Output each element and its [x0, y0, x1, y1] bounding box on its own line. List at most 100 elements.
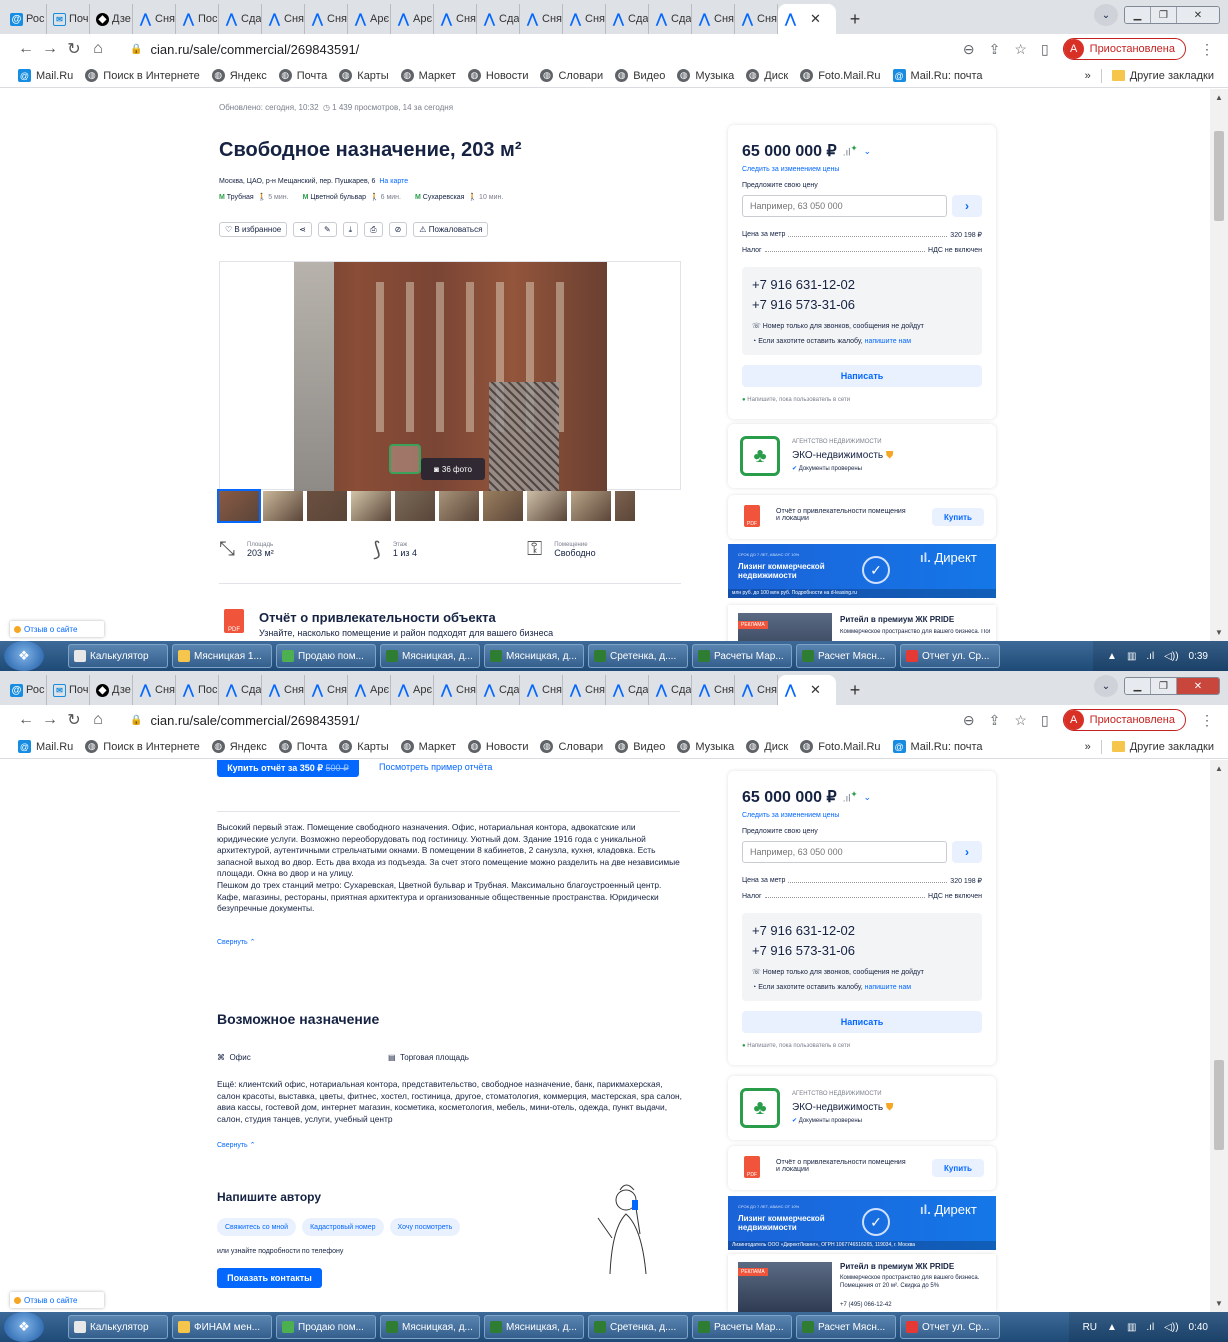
sidepanel-icon[interactable]: ▯: [1041, 41, 1049, 58]
tab-1[interactable]: ✉ Поч: [47, 4, 90, 34]
write-chip[interactable]: Кадастровый номер: [302, 1218, 384, 1236]
write-chip[interactable]: Свяжитесь со мной: [217, 1218, 297, 1236]
bookmark-1[interactable]: ◍ Поиск в Интернете: [85, 740, 200, 753]
forward-icon[interactable]: →: [38, 40, 62, 58]
photo-count-badge[interactable]: ◙ 36 фото: [421, 458, 485, 480]
buy-report-button[interactable]: Купить: [932, 508, 984, 526]
pride-ad[interactable]: РЕКЛАМА Ритейл в премиум ЖК PRIDE Коммер…: [728, 1254, 996, 1312]
menu-icon[interactable]: ⋮: [1200, 712, 1214, 729]
bookmark-4[interactable]: ◍ Карты: [339, 740, 389, 753]
bookmark-8[interactable]: ◍ Видео: [615, 740, 665, 753]
agency-name[interactable]: ЭКО-недвижимость ⛊: [792, 1102, 893, 1113]
taskbar-item[interactable]: Расчеты Мар...: [692, 1315, 792, 1339]
offer-input[interactable]: [742, 195, 947, 217]
new-tab-button[interactable]: +: [842, 6, 868, 32]
signal-icon[interactable]: .ıl: [1146, 651, 1154, 662]
taskbar-item[interactable]: Мясницкая, д...: [380, 1315, 480, 1339]
taskbar-item[interactable]: Расчет Мясн...: [796, 1315, 896, 1339]
thumbnail[interactable]: [527, 491, 567, 521]
home-icon[interactable]: ⌂: [86, 711, 110, 729]
language-indicator[interactable]: RU: [1083, 1322, 1097, 1333]
start-button[interactable]: ❖: [4, 1312, 44, 1342]
more-bookmarks-button[interactable]: »: [1085, 70, 1091, 82]
tab-11[interactable]: ⋀ Сда: [477, 675, 520, 705]
taskbar-item[interactable]: Мясницкая 1...: [172, 644, 272, 668]
phone-1[interactable]: +7 916 631-12-02: [752, 923, 855, 938]
print-button[interactable]: ⎙: [364, 222, 383, 237]
tab-6[interactable]: ⋀ Сня: [262, 675, 305, 705]
bookmark-10[interactable]: ◍ Диск: [746, 69, 788, 82]
thumbnail[interactable]: [307, 491, 347, 521]
home-icon[interactable]: ⌂: [86, 40, 110, 58]
volume-icon[interactable]: ◁)): [1164, 1322, 1178, 1333]
new-tab-button[interactable]: +: [842, 677, 868, 703]
feedback-button[interactable]: Отзыв о сайте: [10, 621, 104, 637]
complain-button[interactable]: ⚠ Пожаловаться: [413, 222, 489, 237]
tab-14[interactable]: ⋀ Сда: [606, 675, 649, 705]
taskbar-item[interactable]: Калькулятор: [68, 1315, 168, 1339]
tab-6[interactable]: ⋀ Сня: [262, 4, 305, 34]
offer-input[interactable]: [742, 841, 947, 863]
tab-4[interactable]: ⋀ Пос: [176, 4, 219, 34]
favorite-button[interactable]: ♡ В избранное: [219, 222, 288, 237]
profile-paused-button[interactable]: A Приостановлена: [1062, 709, 1186, 731]
network-icon[interactable]: ▥: [1127, 651, 1136, 662]
agency-card[interactable]: ♣ АГЕНТСТВО НЕДВИЖИМОСТИ ЭКО-недвижимост…: [728, 1076, 996, 1140]
taskbar-item[interactable]: Мясницкая, д...: [380, 644, 480, 668]
taskbar-item[interactable]: Мясницкая, д...: [484, 1315, 584, 1339]
bookmark-3[interactable]: ◍ Почта: [278, 69, 327, 82]
tab-15[interactable]: ⋀ Сда: [649, 4, 692, 34]
back-icon[interactable]: ←: [14, 40, 38, 58]
share-button[interactable]: ⋖: [293, 222, 312, 237]
tab-2[interactable]: ◆ Дзе: [90, 675, 133, 705]
bookmark-9[interactable]: ◍ Музыка: [677, 740, 734, 753]
thumbnail[interactable]: [263, 491, 303, 521]
tab-7[interactable]: ⋀ Сня: [305, 675, 348, 705]
bookmark-12[interactable]: @ Mail.Ru: почта: [892, 69, 983, 82]
taskbar-item[interactable]: Продаю пом...: [276, 1315, 376, 1339]
tab-17[interactable]: ⋀ Сня: [735, 675, 778, 705]
thumbnail[interactable]: [571, 491, 611, 521]
tab-active[interactable]: ⋀ ✕: [778, 675, 836, 705]
bookmark-7[interactable]: ◍ Словари: [540, 69, 603, 82]
tab-8[interactable]: ⋀ Арє: [348, 4, 391, 34]
minimize-button[interactable]: ▁: [1125, 7, 1151, 23]
star-icon[interactable]: ☆: [1014, 712, 1027, 729]
tab-9[interactable]: ⋀ Арє: [391, 4, 434, 34]
feedback-button[interactable]: Отзыв о сайте: [10, 1292, 104, 1308]
bookmark-11[interactable]: ◍ Foto.Mail.Ru: [800, 69, 881, 82]
tab-4[interactable]: ⋀ Пос: [176, 675, 219, 705]
metro-station[interactable]: M Сухаревская 🚶 10 мин.: [415, 193, 503, 201]
pride-ad[interactable]: РЕКЛАМА Ритейл в премиум ЖК PRIDE Коммер…: [728, 605, 996, 641]
tab-16[interactable]: ⋀ Сня: [692, 4, 735, 34]
tab-5[interactable]: ⋀ Сда: [219, 4, 262, 34]
collapse-description-link[interactable]: Свернуть ⌃: [217, 938, 256, 946]
tab-search-icon[interactable]: ⌄: [1094, 675, 1118, 697]
star-icon[interactable]: ☆: [1014, 41, 1027, 58]
offer-submit-button[interactable]: ›: [952, 195, 982, 217]
url-input[interactable]: 🔒 cian.ru/sale/commercial/269843591/: [122, 36, 963, 62]
buy-report-button[interactable]: Купить: [932, 1159, 984, 1177]
maximize-button[interactable]: ❐: [1151, 678, 1177, 694]
phone-2[interactable]: +7 916 573-31-06: [752, 297, 855, 312]
thumbnail[interactable]: [351, 491, 391, 521]
tray-arrow-icon[interactable]: ▲: [1107, 651, 1117, 662]
main-photo[interactable]: ◙ 36 фото: [294, 262, 607, 491]
tab-11[interactable]: ⋀ Сда: [477, 4, 520, 34]
buy-report-button[interactable]: Купить отчёт за 350 ₽ 500 ₽: [217, 760, 359, 777]
more-bookmarks-button[interactable]: »: [1085, 741, 1091, 753]
menu-icon[interactable]: ⋮: [1200, 41, 1214, 58]
thumbnail[interactable]: [615, 491, 635, 521]
bookmark-6[interactable]: ◍ Новости: [467, 69, 528, 82]
tab-12[interactable]: ⋀ Сня: [520, 675, 563, 705]
start-button[interactable]: ❖: [4, 641, 44, 671]
other-bookmarks[interactable]: Другие закладки: [1111, 70, 1214, 82]
taskbar-item[interactable]: Отчет ул. Ср...: [900, 644, 1000, 668]
tab-17[interactable]: ⋀ Сня: [735, 4, 778, 34]
price-history-icon[interactable]: .ıl✦: [843, 789, 858, 804]
bookmark-9[interactable]: ◍ Музыка: [677, 69, 734, 82]
tab-3[interactable]: ⋀ Сня: [133, 675, 176, 705]
thumbnail[interactable]: [395, 491, 435, 521]
close-button[interactable]: ✕: [1177, 7, 1219, 23]
sidepanel-icon[interactable]: ▯: [1041, 712, 1049, 729]
